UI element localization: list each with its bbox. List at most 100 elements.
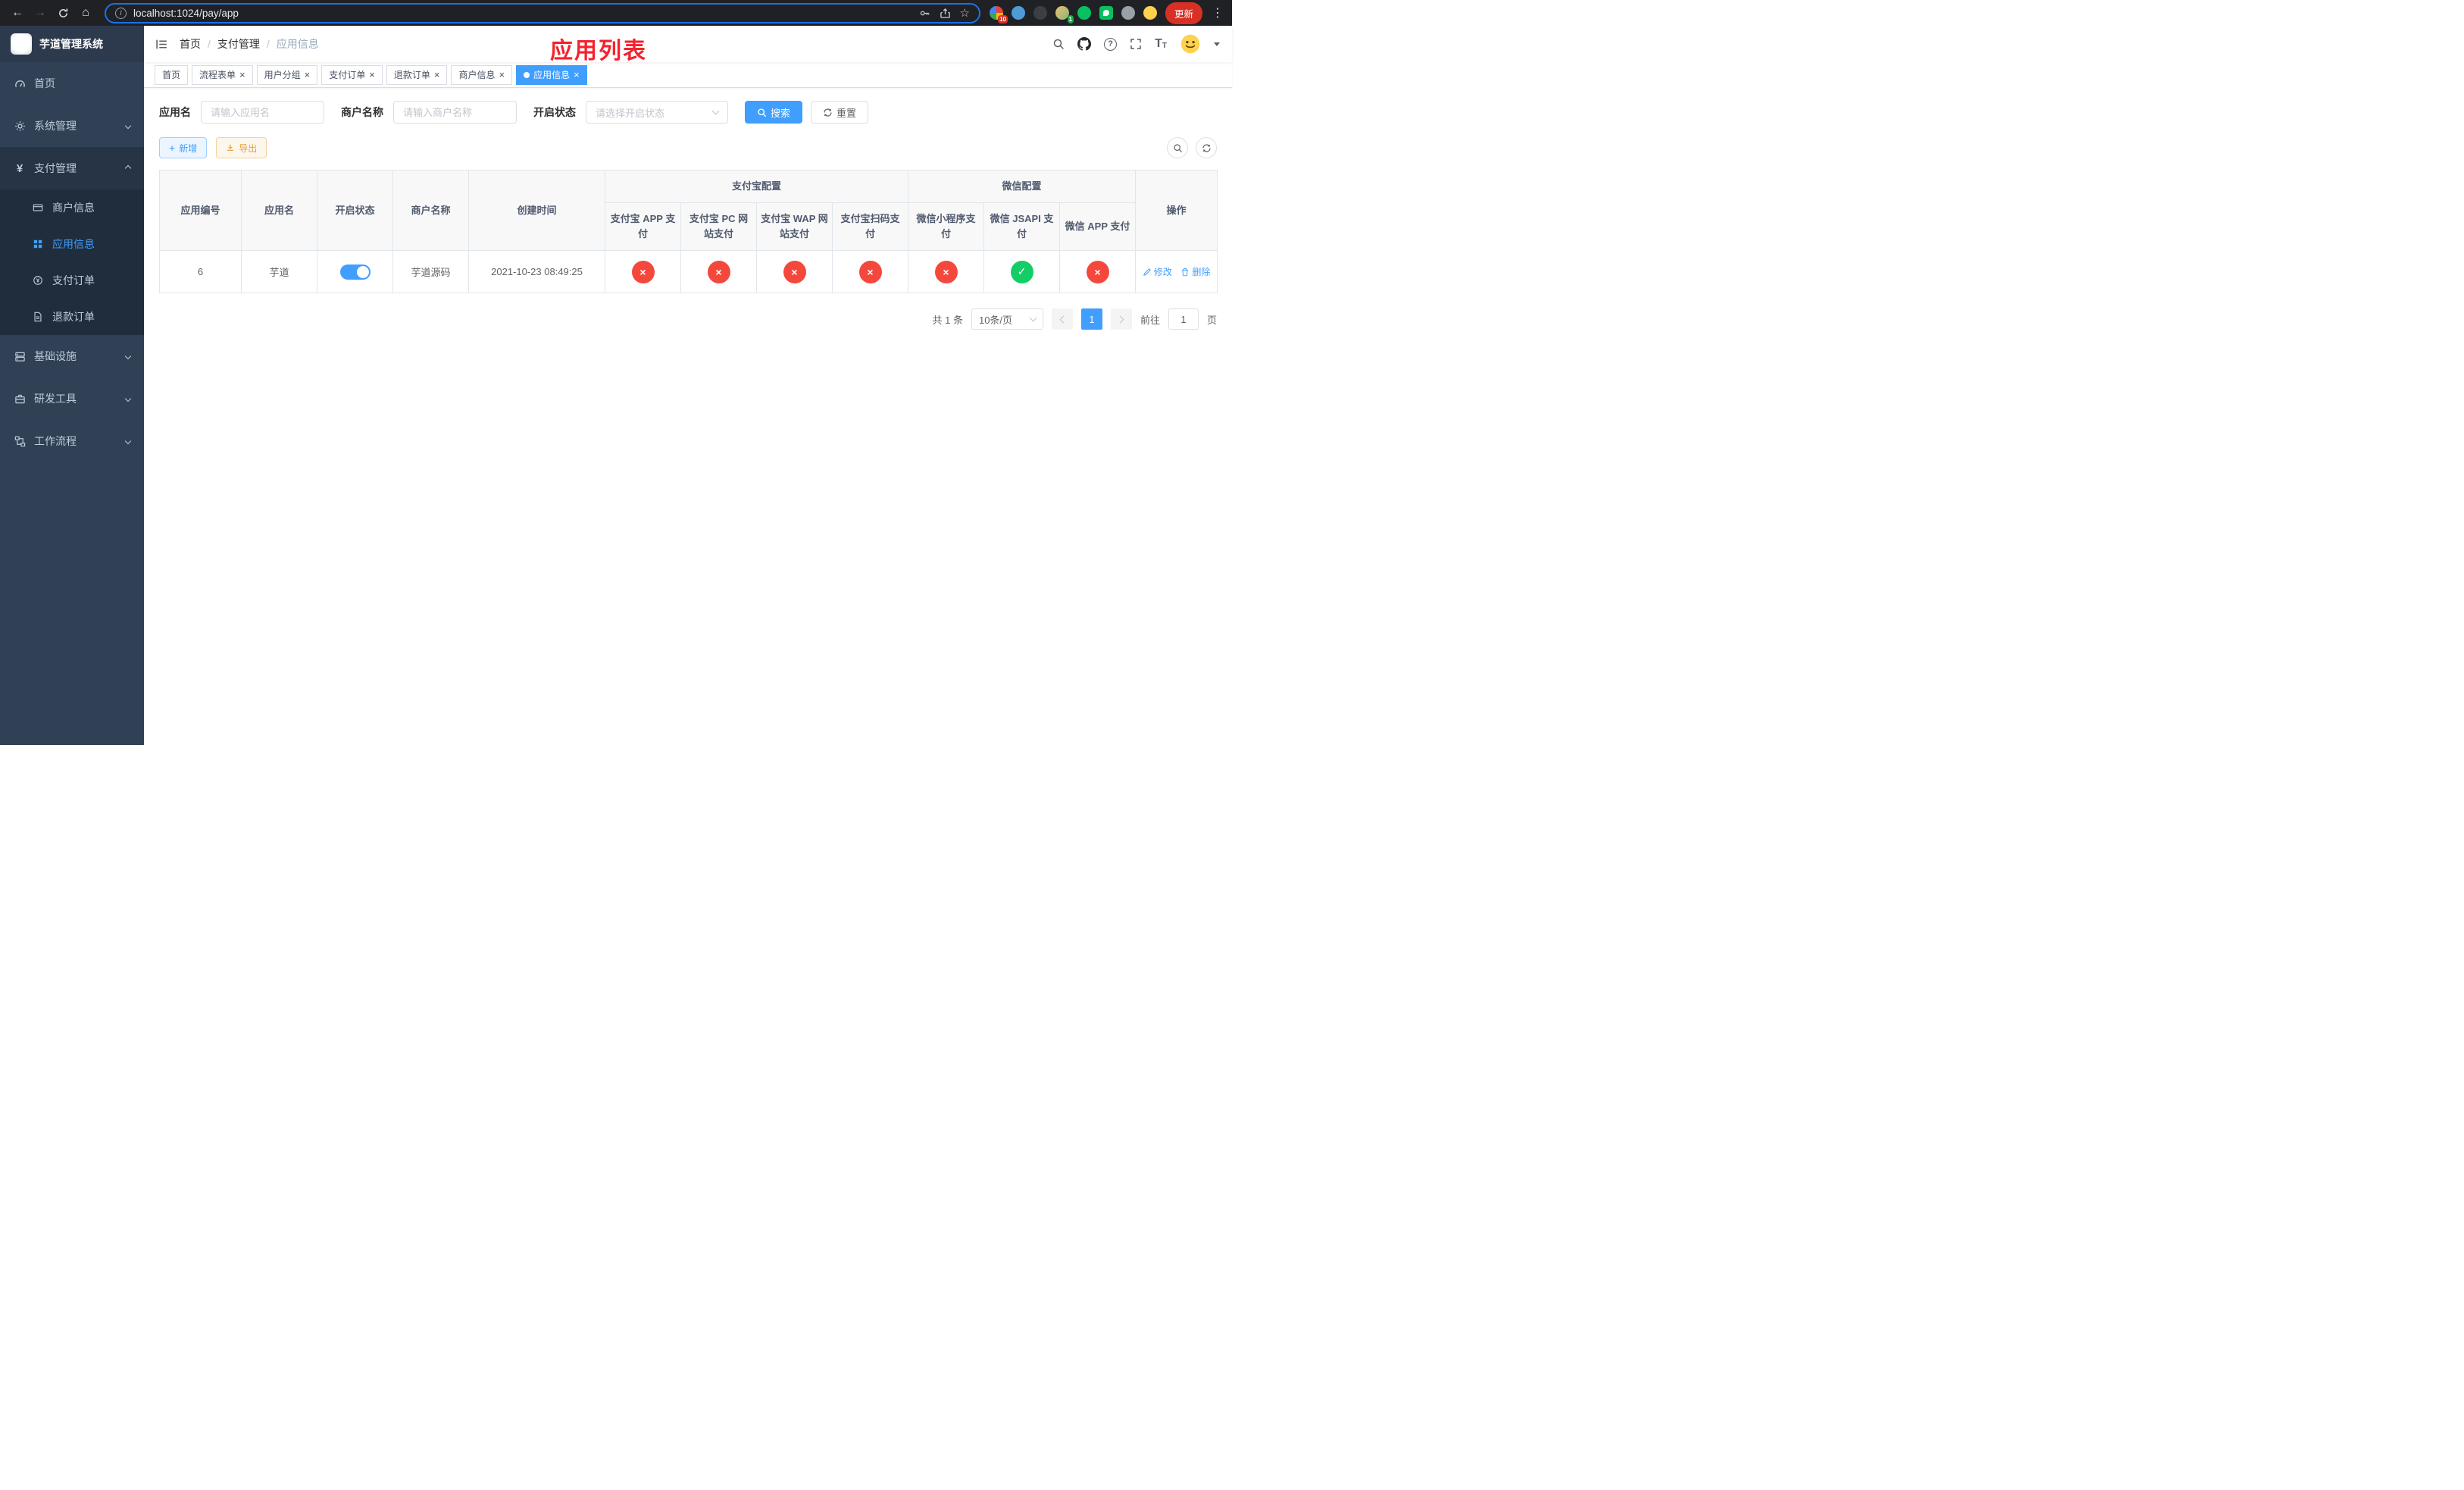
home-icon[interactable]: ⌂ <box>76 3 95 23</box>
reset-button[interactable]: 重置 <box>811 101 869 124</box>
grid-icon <box>32 238 44 250</box>
sidebar-toggle-icon[interactable] <box>144 26 180 62</box>
browser-menu-icon[interactable]: ⋮ <box>1211 3 1224 23</box>
alipay-pc-status-icon: × <box>707 260 730 283</box>
forward-icon[interactable]: → <box>30 3 50 23</box>
sidebar-item-payment[interactable]: ¥ 支付管理 <box>0 147 144 189</box>
plus-icon: + <box>169 142 176 154</box>
font-size-icon[interactable]: TT <box>1155 38 1167 50</box>
url-bar[interactable]: i localhost:1024/pay/app ☆ <box>105 2 980 23</box>
back-icon[interactable]: ← <box>8 3 27 23</box>
status-select[interactable]: 请选择开启状态 <box>586 101 728 124</box>
extension-icon-5[interactable] <box>1077 6 1091 20</box>
sidebar-item-infrastructure[interactable]: 基础设施 <box>0 335 144 377</box>
edit-link[interactable]: 修改 <box>1143 265 1172 278</box>
col-alipay-pc: 支付宝 PC 网站支付 <box>680 202 757 252</box>
tab-close-icon[interactable]: × <box>369 70 375 80</box>
sidebar-item-refund-orders[interactable]: 退款订单 <box>0 299 144 335</box>
update-button[interactable]: 更新 <box>1165 2 1202 24</box>
extension-icon-2[interactable] <box>1011 6 1025 20</box>
tab-user-group[interactable]: 用户分组 × <box>256 64 318 85</box>
sidebar-item-home[interactable]: 首页 <box>0 62 144 105</box>
share-icon[interactable] <box>940 8 951 19</box>
extension-icon-6[interactable] <box>1099 6 1113 20</box>
sidebar-item-pay-orders[interactable]: 支付订单 <box>0 262 144 299</box>
sidebar-item-merchant-info[interactable]: 商户信息 <box>0 189 144 226</box>
cell-alipay-app: × <box>605 250 681 294</box>
sidebar-item-dev-tools[interactable]: 研发工具 <box>0 377 144 420</box>
sidebar-item-label: 应用信息 <box>52 238 95 250</box>
tab-close-icon[interactable]: × <box>434 70 440 80</box>
status-select-placeholder: 请选择开启状态 <box>596 107 665 119</box>
tab-close-icon[interactable]: × <box>574 70 580 80</box>
extensions-puzzle-icon[interactable] <box>1121 6 1135 20</box>
reload-icon[interactable] <box>53 3 73 23</box>
breadcrumb-separator: / <box>208 38 211 50</box>
tab-home[interactable]: 首页 <box>155 64 189 85</box>
col-status: 开启状态 <box>317 169 393 252</box>
browser-profile-avatar[interactable] <box>1143 6 1157 20</box>
user-menu-caret-icon[interactable] <box>1214 42 1220 46</box>
main-content: 应用名 商户名称 开启状态 请选择开启状态 搜索 重置 + 新增 <box>144 88 1232 745</box>
tab-app-info[interactable]: 应用信息 × <box>516 64 587 85</box>
merchant-name-input[interactable] <box>393 101 517 124</box>
search-button[interactable]: 搜索 <box>745 101 803 124</box>
workflow-icon <box>14 435 26 447</box>
export-button[interactable]: 导出 <box>216 137 267 158</box>
goto-prefix: 前往 <box>1140 314 1160 326</box>
breadcrumb-home[interactable]: 首页 <box>180 36 201 52</box>
edit-link-label: 修改 <box>1153 267 1172 278</box>
page-size-select[interactable]: 10条/页 <box>971 308 1043 330</box>
toggle-knob <box>356 265 369 278</box>
extension-badge: 10 <box>998 15 1008 23</box>
app-name-input[interactable] <box>201 101 324 124</box>
sidebar-item-app-info[interactable]: 应用信息 <box>0 226 144 262</box>
goto-page-input[interactable] <box>1168 308 1199 330</box>
breadcrumb-payment[interactable]: 支付管理 <box>217 36 260 52</box>
delete-link[interactable]: 删除 <box>1180 265 1210 278</box>
chevron-up-icon <box>124 164 132 172</box>
app-logo <box>11 33 32 55</box>
cell-alipay-qr: × <box>831 250 909 294</box>
toggle-search-button[interactable] <box>1167 137 1188 158</box>
sidebar-item-label: 退款订单 <box>52 311 95 323</box>
enabled-toggle[interactable] <box>339 264 371 280</box>
export-button-label: 导出 <box>239 142 258 154</box>
tab-process-form[interactable]: 流程表单 × <box>192 64 253 85</box>
filter-app-name: 应用名 <box>159 101 324 124</box>
url-text[interactable]: localhost:1024/pay/app <box>133 8 912 19</box>
tab-close-icon[interactable]: × <box>239 70 245 80</box>
extension-icon-4[interactable]: 1 <box>1055 6 1074 23</box>
fullscreen-icon[interactable] <box>1130 38 1142 50</box>
sidebar-item-system[interactable]: 系统管理 <box>0 105 144 147</box>
site-info-icon[interactable]: i <box>115 7 127 19</box>
password-key-icon[interactable] <box>919 8 930 19</box>
wx-jsapi-status-icon: ✓ <box>1010 260 1033 283</box>
bookmark-star-icon[interactable]: ☆ <box>960 6 970 20</box>
extension-icon-3[interactable] <box>1033 6 1047 20</box>
merchant-name-label: 商户名称 <box>341 106 383 118</box>
add-button[interactable]: + 新增 <box>159 137 208 158</box>
search-icon[interactable] <box>1052 38 1065 50</box>
app-logo-bar[interactable]: 芋道管理系统 <box>0 26 144 62</box>
refresh-table-button[interactable] <box>1196 137 1217 158</box>
chevron-left-icon <box>1059 315 1068 324</box>
tab-pay-orders[interactable]: 支付订单 × <box>321 64 383 85</box>
help-icon[interactable]: ? <box>1104 37 1118 51</box>
tab-merchant-info[interactable]: 商户信息 × <box>451 64 513 85</box>
extension-icon-1[interactable]: 10 <box>989 6 1008 23</box>
page-1-button[interactable]: 1 <box>1080 308 1102 330</box>
github-icon[interactable] <box>1077 37 1092 51</box>
tab-label: 用户分组 <box>264 70 301 80</box>
tab-close-icon[interactable]: × <box>499 70 505 80</box>
tab-refund-orders[interactable]: 退款订单 × <box>386 64 448 85</box>
reset-button-label: 重置 <box>836 107 857 119</box>
prev-page-button[interactable] <box>1051 308 1073 330</box>
breadcrumb: 首页 / 支付管理 / 应用信息 <box>180 36 319 52</box>
tab-close-icon[interactable]: × <box>305 70 311 80</box>
chevron-down-icon <box>124 437 132 445</box>
next-page-button[interactable] <box>1110 308 1132 330</box>
yen-icon: ¥ <box>16 161 23 175</box>
user-avatar[interactable] <box>1180 33 1201 55</box>
sidebar-item-workflow[interactable]: 工作流程 <box>0 420 144 462</box>
